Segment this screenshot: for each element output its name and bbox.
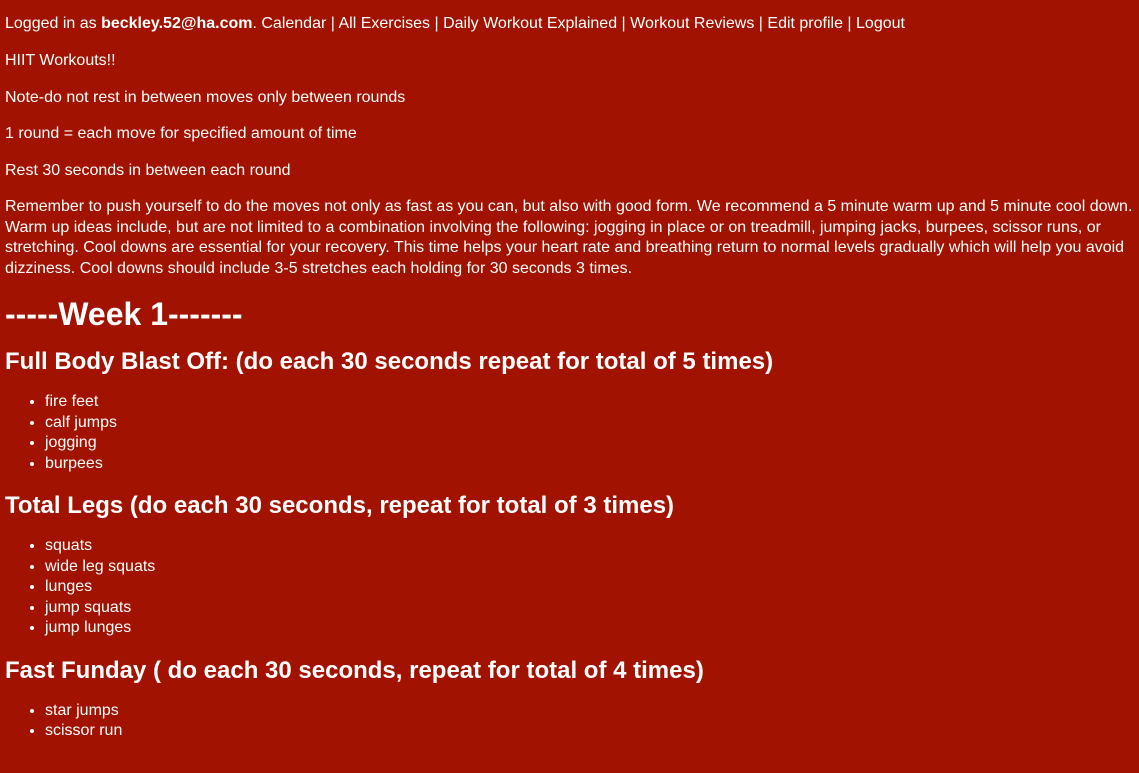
list-item: star jumps [45,701,1134,722]
list-item: burpees [45,454,1134,475]
nav-separator: | [617,15,631,32]
workout-move-list: fire feet calf jumps jogging burpees [5,392,1134,474]
list-item: fire feet [45,392,1134,413]
rest-duration-text: Rest 30 seconds in between each round [5,161,291,179]
nav-link-workout-reviews[interactable]: Workout Reviews [630,15,754,32]
list-item: jump squats [45,598,1134,619]
list-item: scissor run [45,721,1134,742]
page-content: Logged in as beckley.52@ha.com. Calendar… [0,14,1139,742]
nav-link-calendar[interactable]: Calendar [261,15,326,32]
warmup-cooldown-description: Remember to push yourself to do the move… [5,198,1133,277]
round-definition-text: 1 round = each move for specified amount… [5,125,357,142]
nav-link-edit-profile[interactable]: Edit profile [767,15,843,32]
hiit-title-text: HIIT Workouts!! [5,52,116,69]
user-email: beckley.52@ha.com [101,15,253,32]
logged-in-label: Logged in as [5,15,102,32]
workout-move-list: squats wide leg squats lunges jump squat… [5,536,1134,639]
workout-move-list: star jumps scissor run [5,701,1134,742]
list-item: jump lunges [45,618,1134,639]
nav-separator: | [754,15,768,32]
nav-separator: | [842,15,857,32]
list-item: squats [45,536,1134,557]
list-item: wide leg squats [45,557,1134,578]
workout-title: Fast Funday ( do each 30 seconds, repeat… [5,656,704,684]
rest-note-text: Note-do not rest in between moves only b… [5,88,406,106]
list-item: jogging [45,433,1134,454]
user-nav-bar: Logged in as beckley.52@ha.com. Calendar… [5,14,1134,34]
week-heading: -----Week 1------- [5,296,243,332]
nav-link-daily-workout-explained[interactable]: Daily Workout Explained [443,15,617,32]
list-item: lunges [45,577,1134,598]
nav-separator: | [326,15,339,32]
nav-link-logout[interactable]: Logout [856,15,905,32]
nav-separator: | [430,15,444,32]
nav-link-all-exercises[interactable]: All Exercises [338,15,430,32]
list-item: calf jumps [45,413,1134,434]
workout-title: Full Body Blast Off: (do each 30 seconds… [5,348,774,375]
workout-title: Total Legs (do each 30 seconds, repeat f… [5,492,675,519]
